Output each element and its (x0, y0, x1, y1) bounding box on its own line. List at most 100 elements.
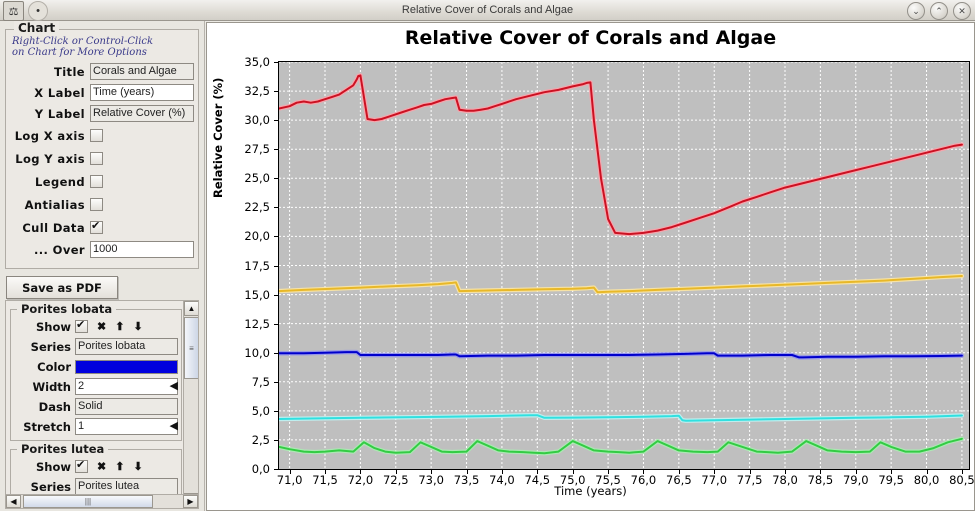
width-label-0: Width (32, 379, 71, 394)
log-x-axis-checkbox[interactable] (90, 129, 103, 142)
x-axis-tick-label: 76,5 (666, 473, 692, 487)
field-row-title: Title Corals and Algae (12, 62, 194, 81)
x-axis-tick-label: 79,0 (842, 473, 869, 487)
field-row-logx: Log X axis (12, 125, 194, 146)
x-axis-tick-label: 76,0 (630, 473, 657, 487)
series-label-0: Series (30, 339, 71, 354)
show-checkbox-0[interactable] (75, 318, 88, 333)
over-input[interactable]: 1000 (90, 241, 194, 258)
y-axis-tick-label: 20,0 (244, 229, 270, 244)
x-axis-tick-label: 78,5 (807, 473, 834, 487)
series-title-porites-lobata: Porites lobata (17, 302, 117, 316)
y-axis-tick-label: 12,5 (244, 316, 270, 331)
color-label-0: Color (37, 359, 71, 374)
x-axis-tick-label: 77,0 (701, 473, 728, 487)
move-up-icon-0[interactable]: ⬆ (115, 320, 124, 333)
series-show-row-0: Show ✖ ⬆ ⬇ (11, 317, 178, 336)
y-axis-tick-label: 17,5 (244, 258, 270, 273)
legend-label: Legend (35, 174, 85, 189)
chart-title: Relative Cover of Corals and Algae (404, 27, 777, 49)
move-up-icon-1[interactable]: ⬆ (115, 460, 124, 473)
chart-hint-line-1: Right-Click or Control-Click (12, 36, 154, 47)
scroll-up-icon[interactable]: ▲ (184, 301, 198, 316)
field-row-culldata: Cull Data (12, 217, 194, 238)
x-axis-tick-label: 77,5 (736, 473, 763, 487)
series-list-container: Porites lobata Show ✖ ⬆ ⬇ Series Porites… (5, 300, 199, 509)
horizontal-scroll-thumb[interactable]: ||| (23, 495, 153, 508)
vertical-scroll-thumb[interactable]: ≡ (184, 317, 198, 379)
x-axis-tick-label: 73,0 (418, 473, 444, 487)
series-stretch-row-0: Stretch 1 (11, 417, 178, 436)
y-axis-tick-label: 15,0 (244, 287, 270, 302)
over-label: ... Over (33, 242, 85, 257)
x-axis-tick-label: 80,0 (913, 473, 940, 487)
antialias-checkbox[interactable] (90, 198, 103, 211)
show-label-0: Show (36, 319, 71, 334)
log-y-axis-label: Log Y axis (15, 151, 85, 166)
scroll-left-icon[interactable]: ◀ (6, 495, 21, 508)
minimize-icon[interactable]: ⌄ (907, 2, 925, 20)
cull-data-checkbox[interactable] (90, 219, 103, 234)
width-stepper-0[interactable]: 2 (75, 378, 178, 395)
window-controls: ⌄ ⌃ ✕ (907, 2, 971, 20)
field-row-ylabel: Y Label Relative Cover (%) (12, 104, 194, 123)
y-axis-tick-label: 7,5 (251, 374, 270, 389)
series-name-input-1[interactable]: Porites lutea (75, 478, 178, 495)
y-axis-tick-label: 22,5 (244, 200, 270, 215)
x-axis-tick-label: 72,0 (347, 473, 374, 487)
series-show-row-1: Show ✖ ⬆ ⬇ (11, 457, 178, 476)
title-label: Title (53, 64, 85, 79)
move-down-icon-1[interactable]: ⬇ (133, 460, 142, 473)
chart-y-axis-label: Relative Cover (%) (211, 77, 225, 198)
x-axis-tick-label: 74,5 (524, 473, 551, 487)
chart-plot-area (276, 61, 970, 470)
antialias-label: Antialias (24, 197, 85, 212)
application-window: ⚖ • Relative Cover of Corals and Algae ⌄… (0, 0, 975, 511)
x-axis-tick-label: 72,5 (382, 473, 409, 487)
horizontal-scroll-track[interactable]: ||| (21, 495, 183, 508)
window-title: Relative Cover of Corals and Algae (401, 4, 574, 16)
x-axis-tick-label: 80,5 (949, 473, 975, 487)
series-title-porites-lutea: Porites lutea (17, 442, 109, 456)
series-horizontal-scrollbar[interactable]: ◀ ||| ▶ (5, 494, 199, 509)
field-row-xlabel: X Label Time (years) (12, 83, 194, 102)
x-axis-tick-label: 75,5 (595, 473, 621, 487)
color-swatch-0[interactable] (75, 359, 178, 374)
log-y-axis-checkbox[interactable] (90, 152, 103, 165)
x-axis-tick-label: 78,0 (772, 473, 798, 487)
title-input[interactable]: Corals and Algae (90, 63, 194, 80)
delete-series-icon-0[interactable]: ✖ (97, 320, 106, 333)
dash-select-0[interactable]: Solid (75, 398, 178, 415)
x-axis-tick-label: 71,5 (312, 473, 338, 487)
field-row-antialias: Antialias (12, 194, 194, 215)
move-down-icon-0[interactable]: ⬇ (133, 320, 142, 333)
series-vertical-scrollbar[interactable]: ▲ ≡ ▼ (183, 301, 198, 508)
chart-pane[interactable]: Relative Cover of Corals and Algae Relat… (206, 22, 975, 511)
scroll-right-icon[interactable]: ▶ (183, 495, 198, 508)
field-row-legend: Legend (12, 171, 194, 192)
y-axis-tick-label: 2,5 (251, 432, 270, 447)
xlabel-input[interactable]: Time (years) (90, 84, 194, 101)
x-axis-tick-label: 73,5 (453, 473, 480, 487)
chart-settings-group: Chart Right-Click or Control-Click on Ch… (5, 21, 199, 269)
show-checkbox-1[interactable] (75, 458, 88, 473)
field-row-logy: Log Y axis (12, 148, 194, 169)
series-name-input-0[interactable]: Porites lobata (75, 338, 178, 355)
log-x-axis-label: Log X axis (14, 128, 85, 143)
y-axis-tick-label: 35,0 (244, 55, 270, 69)
ylabel-label: Y Label (34, 106, 85, 121)
save-as-pdf-button[interactable]: Save as PDF (6, 276, 118, 299)
delete-series-icon-1[interactable]: ✖ (97, 460, 106, 473)
x-axis-tick-label: 71,0 (276, 473, 303, 487)
legend-checkbox[interactable] (90, 175, 103, 188)
window-titlebar: ⚖ • Relative Cover of Corals and Algae ⌄… (0, 0, 975, 21)
ylabel-input[interactable]: Relative Cover (%) (90, 105, 194, 122)
x-axis-tick-label: 75,0 (559, 473, 586, 487)
close-icon[interactable]: ✕ (953, 2, 971, 20)
y-axis-tick-label: 32,5 (244, 84, 270, 99)
stretch-stepper-0[interactable]: 1 (75, 418, 178, 435)
x-axis-tick-label: 74,0 (489, 473, 515, 487)
cull-data-label: Cull Data (22, 220, 85, 235)
maximize-icon[interactable]: ⌃ (930, 2, 948, 20)
y-axis-tick-label: 25,0 (244, 171, 270, 186)
